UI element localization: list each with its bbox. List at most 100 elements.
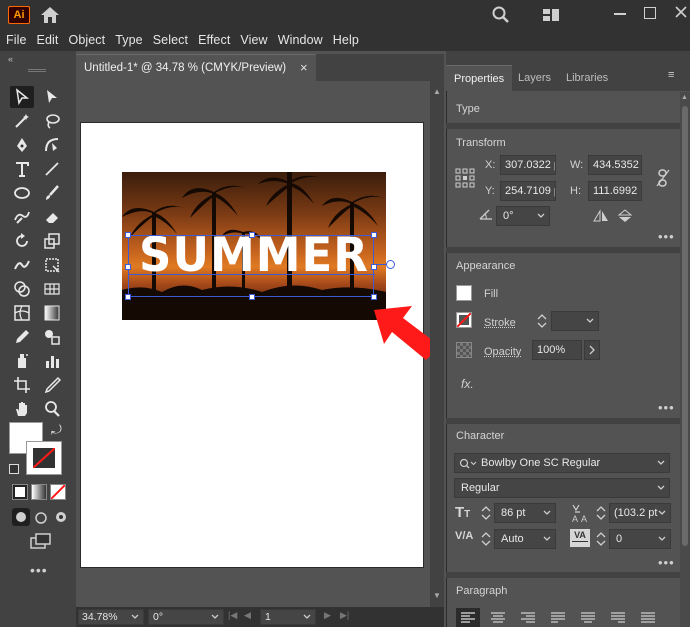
w-field[interactable]: 434.5352 p xyxy=(588,155,642,175)
artboard-tool-icon[interactable] xyxy=(10,374,34,396)
rotation-dropdown[interactable]: 0° xyxy=(148,609,224,625)
stroke-color-swatch[interactable] xyxy=(456,312,472,328)
stroke-weight-dropdown[interactable] xyxy=(551,311,599,331)
screen-mode-icon[interactable] xyxy=(30,532,52,553)
maximize-icon[interactable] xyxy=(644,7,656,19)
panel-scrollbar[interactable]: ▲ xyxy=(680,92,690,627)
toolbar-grip[interactable] xyxy=(28,69,46,72)
handle-br[interactable] xyxy=(371,294,377,300)
type-tool-icon[interactable] xyxy=(10,158,34,180)
search-icon[interactable] xyxy=(492,6,510,27)
y-field[interactable]: 254.7109 p xyxy=(500,181,556,201)
perspective-grid-tool-icon[interactable] xyxy=(40,278,64,300)
justify-right-icon[interactable] xyxy=(606,608,630,627)
scale-tool-icon[interactable] xyxy=(40,230,64,252)
justify-center-icon[interactable] xyxy=(576,608,600,627)
lasso-tool-icon[interactable] xyxy=(40,110,64,132)
handle-tm[interactable] xyxy=(249,232,255,238)
tab-layers[interactable]: Layers xyxy=(510,65,559,91)
selection-bounding-box[interactable] xyxy=(125,232,377,300)
ellipse-tool-icon[interactable] xyxy=(10,182,34,204)
menu-help[interactable]: Help xyxy=(333,33,359,47)
h-field[interactable]: 111.6992 p xyxy=(588,181,642,201)
stroke-label[interactable]: Stroke xyxy=(484,317,516,329)
panel-scroll-thumb[interactable] xyxy=(682,106,688,546)
fill-color-swatch[interactable] xyxy=(456,285,472,301)
paintbrush-tool-icon[interactable] xyxy=(40,182,64,204)
panel-scroll-up-icon[interactable]: ▲ xyxy=(681,94,688,101)
menu-select[interactable]: Select xyxy=(153,33,188,47)
pen-tool-icon[interactable] xyxy=(10,134,34,156)
zoom-dropdown[interactable]: 34.78% xyxy=(78,609,144,625)
swap-fill-stroke-icon[interactable]: ⤾ xyxy=(51,422,62,438)
menu-view[interactable]: View xyxy=(240,33,267,47)
direct-selection-tool-icon[interactable] xyxy=(40,86,64,108)
handle-bm[interactable] xyxy=(249,294,255,300)
edit-toolbar-icon[interactable]: ••• xyxy=(30,562,48,578)
shape-builder-tool-icon[interactable] xyxy=(10,278,34,300)
effects-button[interactable]: fx. xyxy=(461,377,474,391)
panel-menu-icon[interactable]: ≡ xyxy=(668,69,674,81)
none-mode-button[interactable] xyxy=(50,484,66,500)
tab-libraries[interactable]: Libraries xyxy=(558,65,616,91)
slice-tool-icon[interactable] xyxy=(40,374,64,396)
minimize-icon[interactable] xyxy=(614,13,626,15)
draw-inside-icon[interactable] xyxy=(52,508,70,526)
font-style-dropdown[interactable]: Regular xyxy=(454,478,670,498)
menu-type[interactable]: Type xyxy=(115,33,143,47)
scroll-down-icon[interactable]: ▼ xyxy=(433,591,441,600)
workspace-icon[interactable] xyxy=(542,8,560,25)
opacity-expand-icon[interactable] xyxy=(584,340,600,360)
rotate-angle-dropdown[interactable]: 0° xyxy=(496,206,550,226)
blend-tool-icon[interactable] xyxy=(40,326,64,348)
opacity-field[interactable]: 100% xyxy=(532,340,582,360)
magic-wand-tool-icon[interactable] xyxy=(10,110,34,132)
kerning-dropdown[interactable]: Auto xyxy=(494,529,556,549)
vertical-scrollbar[interactable]: ▲ ▼ xyxy=(430,81,444,607)
symbol-sprayer-tool-icon[interactable] xyxy=(10,350,34,372)
font-size-stepper[interactable] xyxy=(480,504,492,525)
menu-object[interactable]: Object xyxy=(69,33,106,47)
justify-all-icon[interactable] xyxy=(636,608,660,627)
handle-ml[interactable] xyxy=(125,264,131,270)
align-center-icon[interactable] xyxy=(486,608,510,627)
leading-stepper[interactable] xyxy=(595,504,607,525)
tracking-dropdown[interactable]: 0 xyxy=(609,529,671,549)
opacity-label[interactable]: Opacity xyxy=(484,346,521,358)
hand-tool-icon[interactable] xyxy=(10,398,34,420)
curvature-tool-icon[interactable] xyxy=(40,134,64,156)
x-field[interactable]: 307.0322 p xyxy=(500,155,556,175)
font-size-dropdown[interactable]: 86 pt xyxy=(494,503,556,523)
home-icon[interactable] xyxy=(40,6,60,27)
warp-tool-icon[interactable] xyxy=(10,254,34,276)
eyedropper-tool-icon[interactable] xyxy=(10,326,34,348)
gradient-tool-icon[interactable] xyxy=(40,302,64,324)
stroke-swatch[interactable] xyxy=(26,441,62,475)
zoom-tool-icon[interactable] xyxy=(40,398,64,420)
artboard-number-field[interactable]: 1 xyxy=(260,609,316,625)
stroke-weight-stepper[interactable] xyxy=(536,312,548,330)
prev-artboard-icon[interactable]: ◀ xyxy=(244,610,251,621)
tracking-stepper[interactable] xyxy=(595,530,607,551)
mesh-tool-icon[interactable] xyxy=(10,302,34,324)
constrain-proportions-icon[interactable] xyxy=(656,168,670,191)
collapse-toolbar-icon[interactable]: « xyxy=(8,54,13,64)
character-more-options-icon[interactable]: ••• xyxy=(658,555,675,570)
close-window-icon[interactable] xyxy=(674,5,688,22)
leading-dropdown[interactable]: (103.2 pt xyxy=(609,503,671,523)
tab-properties[interactable]: Properties xyxy=(446,65,513,91)
last-artboard-icon[interactable]: ▶| xyxy=(340,610,349,621)
flip-horizontal-icon[interactable] xyxy=(593,209,609,226)
menu-effect[interactable]: Effect xyxy=(198,33,230,47)
draw-normal-icon[interactable] xyxy=(12,508,30,526)
handle-bl[interactable] xyxy=(125,294,131,300)
default-fill-stroke-icon[interactable] xyxy=(9,464,19,474)
menu-edit[interactable]: Edit xyxy=(37,33,59,47)
text-out-port[interactable] xyxy=(386,260,395,269)
handle-tr[interactable] xyxy=(371,232,377,238)
shaper-tool-icon[interactable] xyxy=(10,206,34,228)
appearance-more-options-icon[interactable]: ••• xyxy=(658,400,675,415)
kerning-stepper[interactable] xyxy=(480,530,492,551)
eraser-tool-icon[interactable] xyxy=(40,206,64,228)
flip-vertical-icon[interactable] xyxy=(617,209,633,226)
